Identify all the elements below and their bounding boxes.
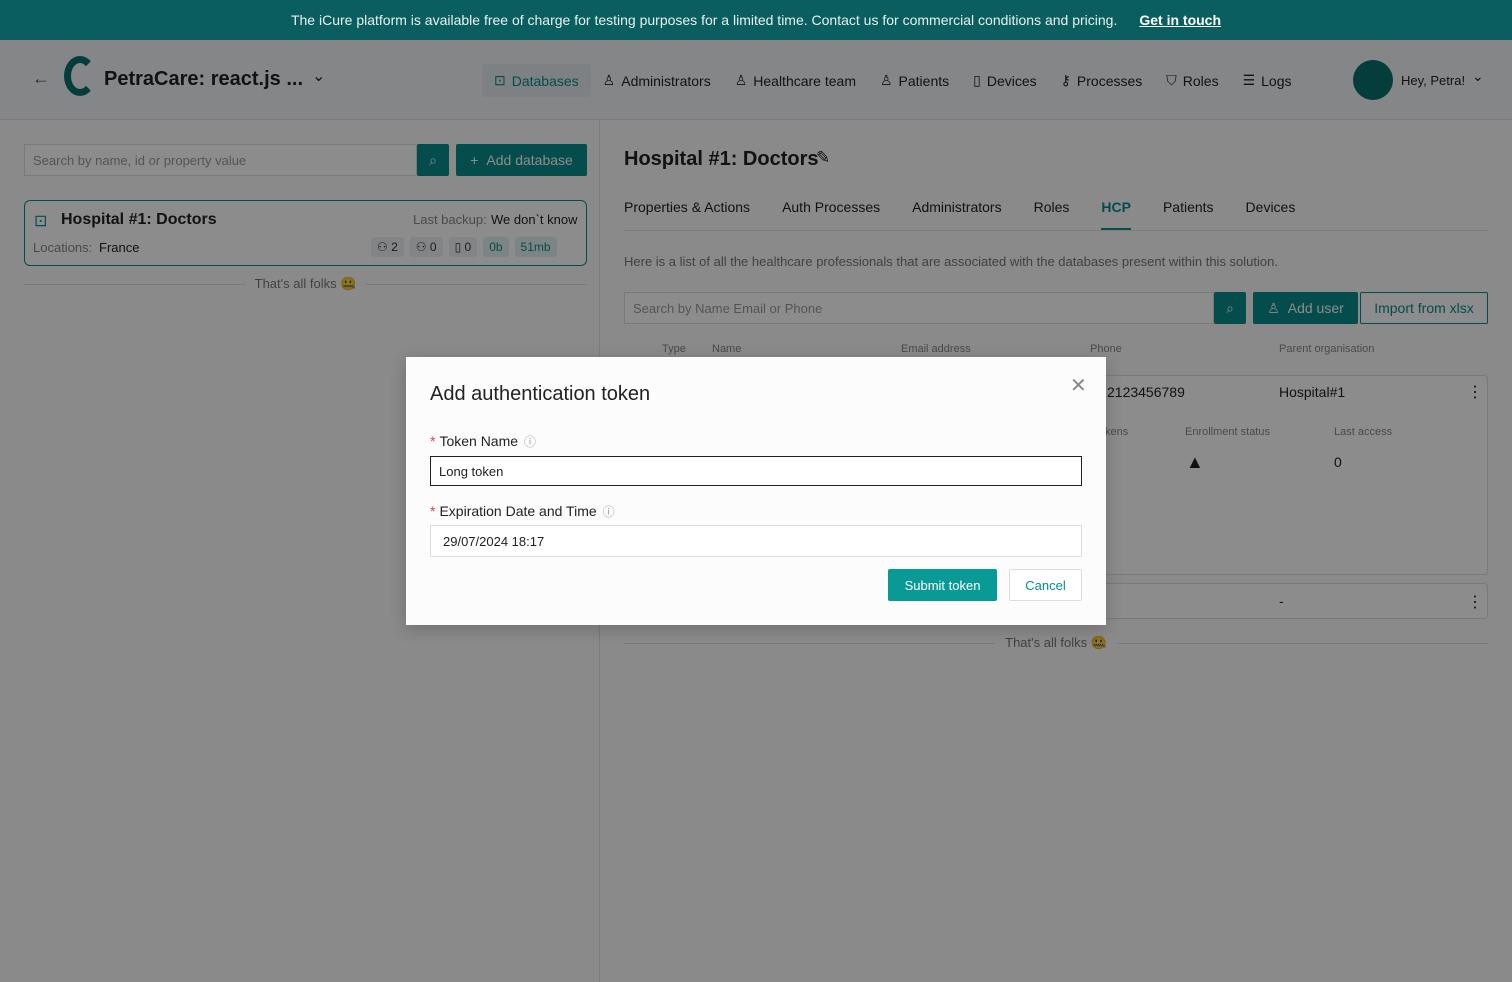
close-icon[interactable]: ✕ <box>1070 373 1087 398</box>
get-in-touch-link[interactable]: Get in touch <box>1139 12 1221 28</box>
token-name-label: * Token Name ⓘ <box>430 433 537 449</box>
info-icon: ⓘ <box>524 435 537 449</box>
banner-text: The iCure platform is available free of … <box>290 12 1118 28</box>
submit-token-button[interactable]: Submit token <box>888 569 997 601</box>
dialog-title: Add authentication token <box>430 383 651 405</box>
cancel-button[interactable]: Cancel <box>1009 569 1082 601</box>
expiration-datetime-input[interactable]: 29/07/2024 18:17 <box>430 525 1082 557</box>
info-icon: ⓘ <box>602 505 615 519</box>
add-token-dialog: Add authentication token ✕ * Token Name ⓘ … <box>406 357 1106 625</box>
expiration-label: * Expiration Date and Time ⓘ <box>430 503 615 519</box>
promo-banner: The iCure platform is available free of … <box>0 0 1512 40</box>
token-name-input[interactable]: Long token <box>430 456 1082 486</box>
